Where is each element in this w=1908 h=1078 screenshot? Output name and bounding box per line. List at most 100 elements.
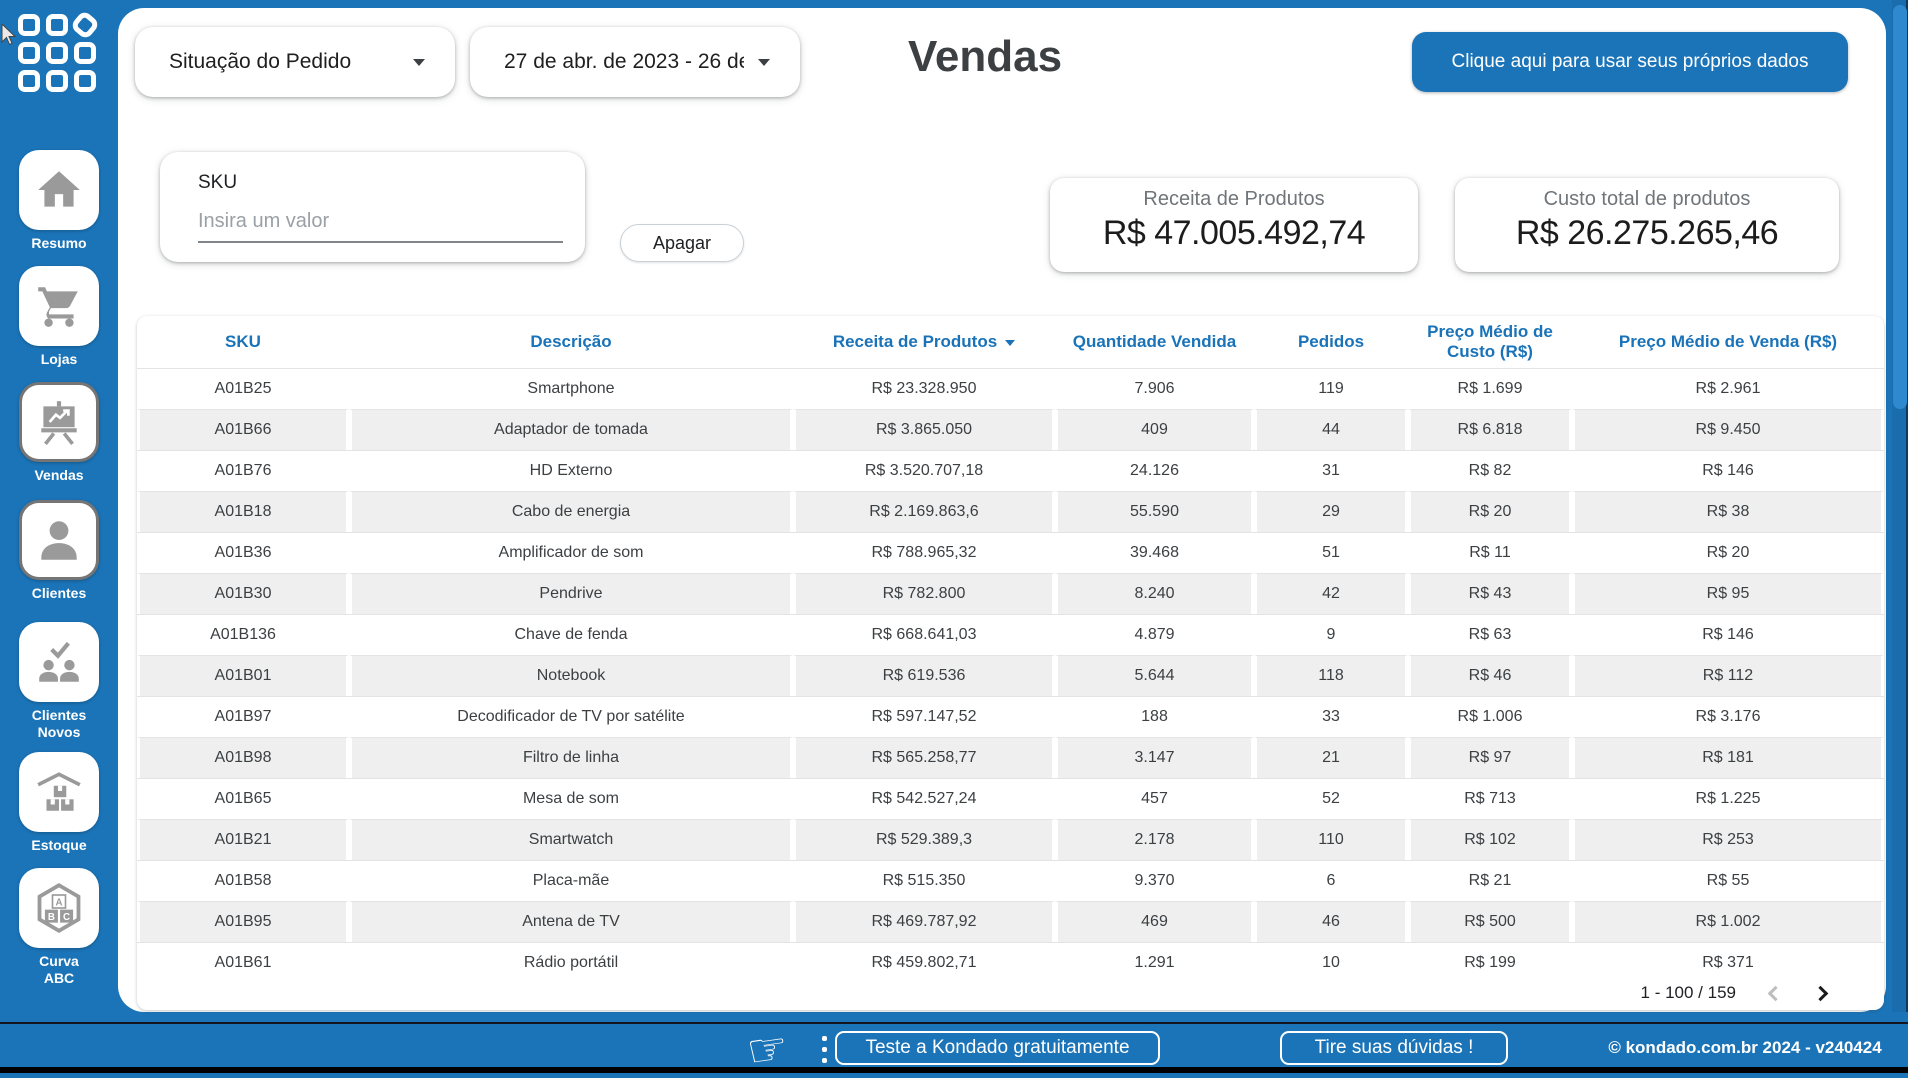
cell-receita: R$ 565.258,77 xyxy=(793,737,1055,778)
shopping-cart-icon xyxy=(19,266,99,346)
table-body: A01B25 Smartphone R$ 23.328.950 7.906 11… xyxy=(137,368,1884,983)
table-row: A01B01 Notebook R$ 619.536 5.644 118 R$ … xyxy=(137,655,1884,696)
cell-receita: R$ 619.536 xyxy=(793,655,1055,696)
table-row: A01B25 Smartphone R$ 23.328.950 7.906 11… xyxy=(137,368,1884,409)
cell-pedidos: 6 xyxy=(1254,860,1408,901)
sidebar-item-label: Clientes xyxy=(31,585,87,601)
cell-preco-custo: R$ 46 xyxy=(1408,655,1572,696)
new-customers-icon xyxy=(19,622,99,702)
cell-quantidade: 8.240 xyxy=(1055,573,1254,614)
cell-preco-custo: R$ 6.818 xyxy=(1408,409,1572,450)
kpi-value: R$ 26.275.265,46 xyxy=(1515,214,1779,252)
cell-descricao: Decodificador de TV por satélite xyxy=(349,696,793,737)
pagination: 1 - 100 / 159 xyxy=(1640,980,1829,1006)
cell-sku: A01B98 xyxy=(137,737,349,778)
column-header-preco-custo[interactable]: Preço Médio de Custo (R$) xyxy=(1408,316,1572,368)
cell-pedidos: 118 xyxy=(1254,655,1408,696)
table-row: A01B76 HD Externo R$ 3.520.707,18 24.126… xyxy=(137,450,1884,491)
cell-quantidade: 24.126 xyxy=(1055,450,1254,491)
kpi-card-receita: Receita de Produtos R$ 47.005.492,74 xyxy=(1050,178,1418,272)
abc-blocks-icon: A B C xyxy=(19,868,99,948)
cell-pedidos: 33 xyxy=(1254,696,1408,737)
table-row: A01B30 Pendrive R$ 782.800 8.240 42 R$ 4… xyxy=(137,573,1884,614)
cell-descricao: Filtro de linha xyxy=(349,737,793,778)
cell-pedidos: 21 xyxy=(1254,737,1408,778)
cell-descricao: HD Externo xyxy=(349,450,793,491)
cell-receita: R$ 469.787,92 xyxy=(793,901,1055,942)
footer-divider xyxy=(0,1022,1908,1024)
date-range-dropdown[interactable]: 27 de abr. de 2023 - 26 de xyxy=(470,27,800,97)
page-scrollbar-thumb[interactable] xyxy=(1893,5,1907,409)
use-own-data-button[interactable]: Clique aqui para usar seus próprios dado… xyxy=(1412,32,1848,92)
cell-preco-venda: R$ 112 xyxy=(1572,655,1884,696)
cell-sku: A01B61 xyxy=(137,942,349,983)
cell-receita: R$ 542.527,24 xyxy=(793,778,1055,819)
cell-pedidos: 52 xyxy=(1254,778,1408,819)
kpi-card-custo: Custo total de produtos R$ 26.275.265,46 xyxy=(1455,178,1839,272)
cell-quantidade: 469 xyxy=(1055,901,1254,942)
sku-input[interactable] xyxy=(198,208,563,243)
cell-descricao: Smartphone xyxy=(349,368,793,409)
sidebar-item-label: Lojas xyxy=(40,351,78,367)
sidebar-item-clientes-novos[interactable]: Clientes Novos xyxy=(0,622,118,740)
cell-descricao: Pendrive xyxy=(349,573,793,614)
column-header-preco-venda[interactable]: Preço Médio de Venda (R$) xyxy=(1572,316,1884,368)
sort-desc-icon xyxy=(1005,339,1016,346)
column-header-receita[interactable]: Receita de Produtos xyxy=(793,316,1055,368)
cell-preco-venda: R$ 181 xyxy=(1572,737,1884,778)
cell-receita: R$ 597.147,52 xyxy=(793,696,1055,737)
cell-pedidos: 119 xyxy=(1254,368,1408,409)
sidebar-item-estoque[interactable]: Estoque xyxy=(0,752,118,854)
cell-quantidade: 1.291 xyxy=(1055,942,1254,983)
sidebar-item-clientes[interactable]: Clientes xyxy=(0,500,118,602)
cell-quantidade: 188 xyxy=(1055,696,1254,737)
sku-filter-label: SKU xyxy=(198,172,238,193)
cell-receita: R$ 459.802,71 xyxy=(793,942,1055,983)
cell-sku: A01B21 xyxy=(137,819,349,860)
column-header-pedidos[interactable]: Pedidos xyxy=(1254,316,1408,368)
cell-descricao: Rádio portátil xyxy=(349,942,793,983)
cell-preco-venda: R$ 9.450 xyxy=(1572,409,1884,450)
cell-sku: A01B76 xyxy=(137,450,349,491)
table-row: A01B36 Amplificador de som R$ 788.965,32… xyxy=(137,532,1884,573)
cell-preco-venda: R$ 1.002 xyxy=(1572,901,1884,942)
sidebar-item-vendas[interactable]: Vendas xyxy=(0,382,118,484)
column-header-descricao[interactable]: Descrição xyxy=(349,316,793,368)
cell-quantidade: 9.370 xyxy=(1055,860,1254,901)
cell-pedidos: 110 xyxy=(1254,819,1408,860)
cell-preco-venda: R$ 371 xyxy=(1572,942,1884,983)
cell-preco-custo: R$ 63 xyxy=(1408,614,1572,655)
cell-sku: A01B25 xyxy=(137,368,349,409)
table-row: A01B18 Cabo de energia R$ 2.169.863,6 55… xyxy=(137,491,1884,532)
column-header-sku[interactable]: SKU xyxy=(137,316,349,368)
table-row: A01B58 Placa-mãe R$ 515.350 9.370 6 R$ 2… xyxy=(137,860,1884,901)
sidebar-item-curva-abc[interactable]: A B C Curva ABC xyxy=(0,868,118,986)
cell-pedidos: 42 xyxy=(1254,573,1408,614)
kpi-value: R$ 47.005.492,74 xyxy=(1102,214,1366,252)
sidebar-item-label: Vendas xyxy=(34,467,84,483)
cell-sku: A01B65 xyxy=(137,778,349,819)
cell-preco-custo: R$ 500 xyxy=(1408,901,1572,942)
app-logo-icon[interactable] xyxy=(18,9,101,92)
try-kondado-button[interactable]: Teste a Kondado gratuitamente xyxy=(835,1031,1160,1065)
table-row: A01B66 Adaptador de tomada R$ 3.865.050 … xyxy=(137,409,1884,450)
sidebar-item-lojas[interactable]: Lojas xyxy=(0,266,118,368)
cell-sku: A01B36 xyxy=(137,532,349,573)
next-page-icon[interactable] xyxy=(1812,985,1829,1001)
order-status-dropdown[interactable]: Situação do Pedido xyxy=(135,27,455,97)
table-header-row: SKU Descrição Receita de Produtos Quanti… xyxy=(137,316,1884,368)
clear-filter-button[interactable]: Apagar xyxy=(620,224,744,262)
questions-button[interactable]: Tire suas dúvidas ! xyxy=(1280,1031,1508,1065)
cell-pedidos: 31 xyxy=(1254,450,1408,491)
table-row: A01B21 Smartwatch R$ 529.389,3 2.178 110… xyxy=(137,819,1884,860)
column-header-quantidade[interactable]: Quantidade Vendida xyxy=(1055,316,1254,368)
cell-descricao: Mesa de som xyxy=(349,778,793,819)
cell-pedidos: 51 xyxy=(1254,532,1408,573)
sidebar-item-resumo[interactable]: Resumo xyxy=(0,150,118,252)
previous-page-icon[interactable] xyxy=(1767,985,1784,1001)
cell-quantidade: 3.147 xyxy=(1055,737,1254,778)
sidebar-item-label: Estoque xyxy=(31,837,87,853)
sidebar: Resumo Lojas Vendas Clientes Clientes No… xyxy=(0,0,118,1073)
pagination-range: 1 - 100 / 159 xyxy=(1640,983,1736,1002)
warehouse-icon xyxy=(19,752,99,832)
